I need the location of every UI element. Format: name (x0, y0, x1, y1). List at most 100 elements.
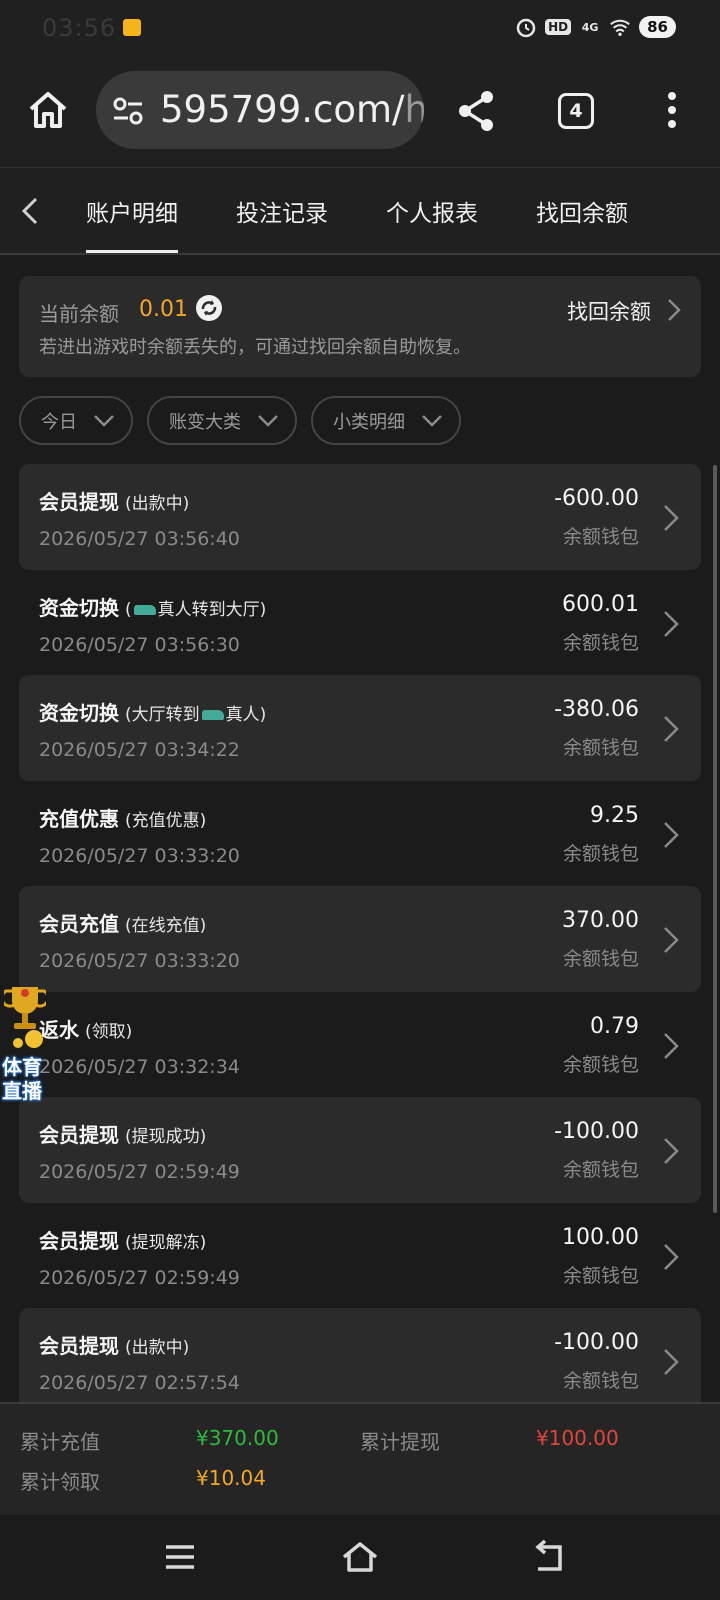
record-subtype: (在线充值) (125, 916, 207, 936)
filter-date-label: 今日 (41, 411, 77, 433)
chevron-right-icon (664, 1349, 679, 1375)
record-subtype: (出款中) (125, 494, 190, 514)
balance-tip: 若进出游戏时余额丢失的，可通过找回余额自助恢复。 (39, 337, 471, 358)
record-subtype: (出款中) (125, 1338, 190, 1358)
badge-line-1: 体育 (2, 1055, 42, 1079)
more-menu-icon[interactable] (662, 90, 682, 130)
list-item[interactable]: 返水 (领取) 2026/05/27 03:32:34 0.79 余额钱包 (19, 992, 701, 1098)
scrollbar[interactable] (713, 465, 717, 1213)
trophy-icon (4, 987, 46, 1048)
hd-icon: HD (545, 19, 572, 35)
recover-balance-link[interactable]: 找回余额 (567, 296, 651, 326)
record-time: 2026/05/27 02:57:54 (39, 1372, 240, 1394)
record-amount: -380.06 (554, 697, 639, 722)
list-item[interactable]: 会员提现 (提现成功) 2026/05/27 02:59:49 -100.00 余… (19, 1097, 701, 1203)
tab-account-details[interactable]: 账户明细 (86, 194, 178, 228)
filter-date-dropdown[interactable]: 今日 (19, 396, 133, 445)
chevron-right-icon[interactable] (667, 298, 681, 322)
record-type: 会员提现 (39, 490, 119, 514)
share-icon[interactable] (455, 89, 497, 133)
record-title: 会员提现 (提现成功) (39, 1119, 206, 1148)
chevron-right-icon (664, 716, 679, 742)
balance-value: 0.01 (139, 297, 188, 322)
record-subtype: (充值优惠) (125, 810, 207, 831)
record-subtype: (提现解冻) (125, 1232, 207, 1253)
back-nav-icon[interactable] (530, 1539, 570, 1575)
sports-live-text: 体育 直播 (2, 1055, 42, 1103)
record-title: 会员提现 (出款中) (39, 1330, 189, 1359)
chevron-right-icon (664, 821, 679, 848)
record-wallet: 余额钱包 (562, 737, 639, 759)
record-title: 会员充值 (在线充值) (39, 908, 206, 937)
total-claim-label: 累计领取 (20, 1470, 100, 1494)
record-wallet: 余额钱包 (562, 948, 639, 970)
record-title: 会员提现 (出款中) (39, 486, 189, 515)
filter-category-dropdown[interactable]: 账变大类 (147, 396, 297, 445)
tab-bet-records[interactable]: 投注记录 (236, 194, 328, 228)
list-item[interactable]: 会员提现 (提现解冻) 2026/05/27 02:59:49 100.00 余额… (19, 1203, 701, 1309)
record-amount: 9.25 (590, 802, 639, 828)
status-time: 03:56 (42, 14, 117, 42)
browser-toolbar: 595799.com/h 4 (0, 58, 720, 168)
site-settings-icon[interactable] (112, 96, 144, 126)
record-title: 资金切换 (真人转到大厅) (39, 592, 266, 621)
transaction-list: 会员提现 (出款中) 2026/05/27 03:56:40 -600.00 余额… (19, 464, 701, 1414)
record-time: 2026/05/27 03:32:34 (39, 1055, 240, 1078)
record-subtype: (领取) (85, 1021, 133, 1042)
home-icon[interactable] (26, 88, 70, 132)
list-item[interactable]: 会员充值 (在线充值) 2026/05/27 03:33:20 370.00 余额… (19, 886, 701, 992)
record-time: 2026/05/27 03:34:22 (39, 739, 240, 761)
balance-card: 当前余额 0.01 找回余额 若进出游戏时余额丢失的，可通过找回余额自助恢复。 (19, 276, 701, 377)
active-tab-indicator (86, 250, 178, 253)
total-withdraw-value: ¥100.00 (536, 1426, 619, 1450)
wifi-icon (609, 16, 631, 38)
chevron-right-icon (664, 1138, 679, 1164)
tab-switcher-button[interactable]: 4 (558, 93, 594, 129)
car-icon (133, 604, 156, 615)
record-time: 2026/05/27 02:59:49 (39, 1266, 240, 1289)
battery-icon: 86 (639, 16, 676, 38)
recent-apps-icon[interactable] (160, 1539, 200, 1575)
address-bar[interactable]: 595799.com/h (96, 71, 424, 149)
record-wallet: 余额钱包 (562, 842, 639, 865)
filter-bar: 今日 账变大类 小类明细 (19, 396, 461, 445)
filter-subcategory-label: 小类明细 (333, 411, 405, 433)
record-type: 会员提现 (39, 1228, 119, 1253)
list-item[interactable]: 充值优惠 (充值优惠) 2026/05/27 03:33:20 9.25 余额钱包 (19, 781, 701, 887)
list-item[interactable]: 会员提现 (出款中) 2026/05/27 03:56:40 -600.00 余额… (19, 464, 701, 570)
record-subtype: ( 真人转到大厅) (125, 600, 266, 620)
record-subtype-prefix: ( (125, 599, 132, 620)
sports-live-badge[interactable]: 体育 直播 (0, 983, 54, 1103)
tab-recover-balance[interactable]: 找回余额 (536, 194, 628, 228)
record-amount: 0.79 (590, 1013, 639, 1039)
system-nav-bar (0, 1515, 720, 1600)
chevron-right-icon (664, 1032, 679, 1059)
record-subtype: (提现成功) (125, 1127, 207, 1147)
refresh-icon[interactable] (194, 293, 224, 323)
tab-personal-report[interactable]: 个人报表 (386, 194, 478, 228)
record-time: 2026/05/27 03:56:40 (39, 528, 240, 550)
record-time: 2026/05/27 03:56:30 (39, 633, 240, 656)
record-wallet: 余额钱包 (562, 1053, 639, 1076)
chevron-right-icon (664, 505, 679, 531)
home-nav-icon[interactable] (340, 1539, 380, 1575)
record-subtype-suffix: 真人) (225, 705, 267, 725)
record-subtype-text: 真人转到大厅) (157, 599, 267, 620)
car-icon (201, 710, 224, 720)
balance-label: 当前余额 (39, 302, 119, 326)
total-claim-value: ¥10.04 (196, 1466, 266, 1490)
record-time: 2026/05/27 03:33:20 (39, 844, 240, 867)
filter-subcategory-dropdown[interactable]: 小类明细 (311, 396, 461, 445)
record-time: 2026/05/27 03:33:20 (39, 950, 240, 972)
record-amount: -100.00 (554, 1119, 639, 1144)
back-icon[interactable] (18, 196, 42, 226)
alarm-icon (515, 16, 537, 38)
record-subtype-text: (大厅转到 (125, 705, 200, 725)
list-item[interactable]: 资金切换(真人转到大厅) 2026/05/27 03:56:30 600.01 … (19, 570, 701, 676)
record-amount: 600.01 (562, 591, 639, 617)
url-tail: h (404, 88, 425, 131)
list-item[interactable]: 会员提现 (出款中) 2026/05/27 02:57:54 -100.00 余额… (19, 1308, 701, 1414)
record-amount: 370.00 (562, 908, 639, 933)
url-text: 595799.com/h (160, 88, 424, 131)
list-item[interactable]: 资金切换 (大厅转到 真人) 2026/05/27 03:34:22 -380.06… (19, 675, 701, 781)
